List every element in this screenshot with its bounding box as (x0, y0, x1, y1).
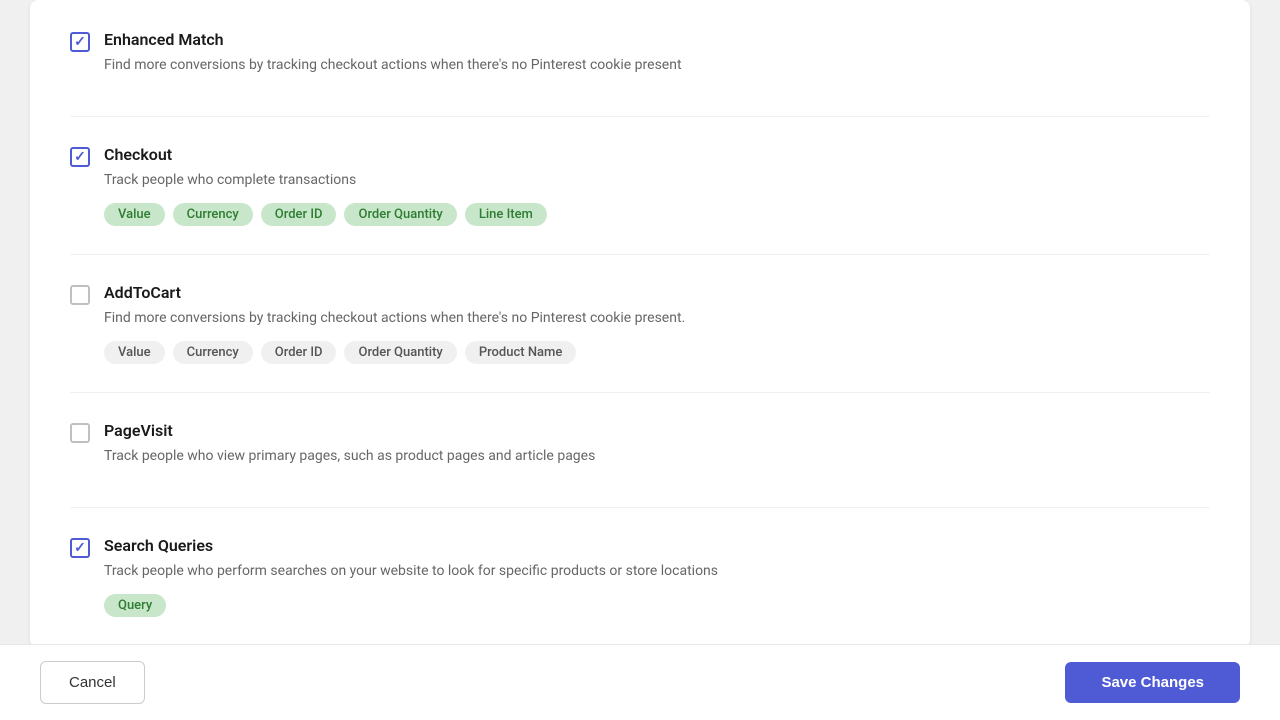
option-row-checkout: ✓ Checkout Track people who complete trans… (70, 145, 1210, 226)
settings-card: ✓ Enhanced Match Find more conversions by … (30, 0, 1250, 644)
option-content-checkout: Checkout Track people who complete transa… (104, 145, 1210, 226)
save-button[interactable]: Save Changes (1065, 662, 1240, 703)
option-row-enhanced-match: ✓ Enhanced Match Find more conversions by … (70, 30, 1210, 88)
tag-order-id-add-to-cart: Order ID (261, 341, 337, 364)
option-row-add-to-cart: AddToCart Find more conversions by tracki… (70, 283, 1210, 364)
checkbox-add-to-cart[interactable] (70, 285, 90, 305)
tag-order-quantity-add-to-cart: Order Quantity (344, 341, 456, 364)
tag-order-id-checkout: Order ID (261, 203, 337, 226)
option-title-checkout: Checkout (104, 145, 1210, 164)
divider (70, 254, 1210, 255)
tag-product-name-add-to-cart: Product Name (465, 341, 577, 364)
checkmark-enhanced-match: ✓ (74, 35, 86, 49)
checkbox-checkout[interactable]: ✓ (70, 147, 90, 167)
tags-search-queries: Query (104, 594, 1210, 617)
option-title-enhanced-match: Enhanced Match (104, 30, 1210, 49)
tag-line-item-checkout: Line Item (465, 203, 547, 226)
tags-add-to-cart: Value Currency Order ID Order Quantity Produ… (104, 341, 1210, 364)
checkbox-page-visit[interactable] (70, 423, 90, 443)
checkmark-search-queries: ✓ (74, 541, 86, 555)
checkmark-checkout: ✓ (74, 150, 86, 164)
tag-currency-checkout: Currency (173, 203, 253, 226)
tag-value-add-to-cart: Value (104, 341, 165, 364)
option-title-add-to-cart: AddToCart (104, 283, 1210, 302)
divider (70, 392, 1210, 393)
tag-order-quantity-checkout: Order Quantity (344, 203, 456, 226)
footer: Cancel Save Changes (0, 644, 1280, 720)
option-content-search-queries: Search Queries Track people who perform s… (104, 536, 1210, 617)
option-row-search-queries: ✓ Search Queries Track people who perform … (70, 536, 1210, 617)
tag-currency-add-to-cart: Currency (173, 341, 253, 364)
option-description-add-to-cart: Find more conversions by tracking checko… (104, 308, 1210, 329)
tags-checkout: Value Currency Order ID Order Quantity Line … (104, 203, 1210, 226)
option-description-page-visit: Track people who view primary pages, suc… (104, 446, 1210, 467)
divider (70, 116, 1210, 117)
checkbox-search-queries[interactable]: ✓ (70, 538, 90, 558)
option-content-enhanced-match: Enhanced Match Find more conversions by t… (104, 30, 1210, 88)
divider (70, 507, 1210, 508)
tag-query-search-queries: Query (104, 594, 166, 617)
checkbox-enhanced-match[interactable]: ✓ (70, 32, 90, 52)
tag-value-checkout: Value (104, 203, 165, 226)
option-content-add-to-cart: AddToCart Find more conversions by tracki… (104, 283, 1210, 364)
option-content-page-visit: PageVisit Track people who view primary p… (104, 421, 1210, 479)
cancel-button[interactable]: Cancel (40, 661, 145, 704)
option-title-search-queries: Search Queries (104, 536, 1210, 555)
option-description-checkout: Track people who complete transactions (104, 170, 1210, 191)
option-description-enhanced-match: Find more conversions by tracking checko… (104, 55, 1210, 76)
option-description-search-queries: Track people who perform searches on you… (104, 561, 1210, 582)
option-row-page-visit: PageVisit Track people who view primary p… (70, 421, 1210, 479)
option-title-page-visit: PageVisit (104, 421, 1210, 440)
